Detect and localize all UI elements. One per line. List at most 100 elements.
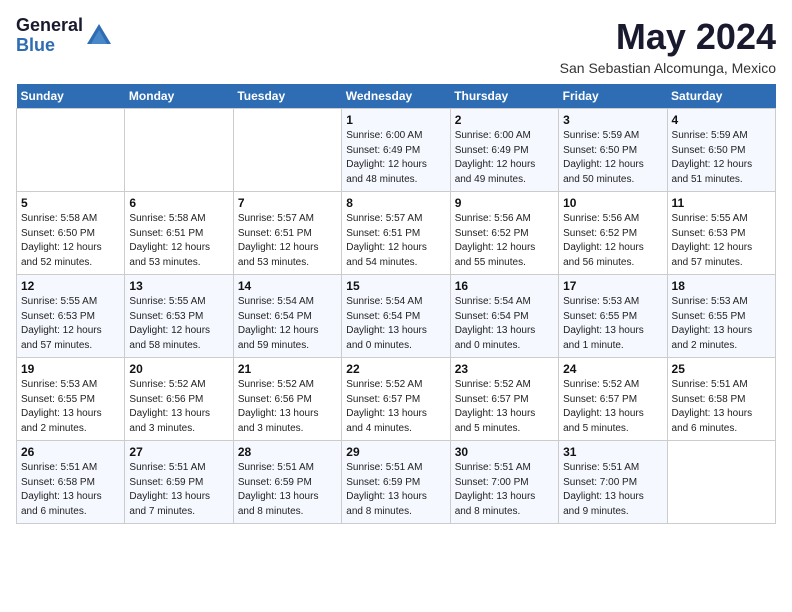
day-info: Sunrise: 5:51 AMSunset: 6:59 PMDaylight:… [129, 461, 228, 519]
day-info: Sunrise: 5:58 AMSunset: 6:50 PMDaylight:… [21, 212, 120, 270]
weekday-header: Wednesday [342, 84, 450, 109]
day-number: 22 [346, 362, 445, 376]
calendar-cell: 2 Sunrise: 6:00 AMSunset: 6:49 PMDaylight… [450, 109, 558, 192]
month-title: May 2024 [560, 16, 776, 58]
day-number: 24 [563, 362, 662, 376]
calendar-cell: 10 Sunrise: 5:56 AMSunset: 6:52 PMDayligh… [559, 192, 667, 275]
day-info: Sunrise: 5:59 AMSunset: 6:50 PMDaylight:… [672, 129, 771, 187]
day-info: Sunrise: 5:54 AMSunset: 6:54 PMDaylight:… [346, 295, 445, 353]
day-number: 28 [238, 445, 337, 459]
day-info: Sunrise: 5:58 AMSunset: 6:51 PMDaylight:… [129, 212, 228, 270]
calendar-cell: 17 Sunrise: 5:53 AMSunset: 6:55 PMDayligh… [559, 275, 667, 358]
calendar-cell: 13 Sunrise: 5:55 AMSunset: 6:53 PMDayligh… [125, 275, 233, 358]
calendar-cell: 14 Sunrise: 5:54 AMSunset: 6:54 PMDayligh… [233, 275, 341, 358]
day-number: 14 [238, 279, 337, 293]
calendar-table: SundayMondayTuesdayWednesdayThursdayFrid… [16, 84, 776, 524]
calendar-cell: 6 Sunrise: 5:58 AMSunset: 6:51 PMDaylight… [125, 192, 233, 275]
calendar-cell: 28Sunrise: 5:51 AMSunset: 6:59 PMDayligh… [233, 441, 341, 524]
day-info: Sunrise: 5:55 AMSunset: 6:53 PMDaylight:… [129, 295, 228, 353]
day-info: Sunrise: 5:53 AMSunset: 6:55 PMDaylight:… [563, 295, 662, 353]
logo-blue: Blue [16, 36, 83, 56]
calendar-week-row: 26 Sunrise: 5:51 AMSunset: 6:58 PMDayligh… [17, 441, 776, 524]
logo: General Blue [16, 16, 113, 56]
calendar-cell: 18 Sunrise: 5:53 AMSunset: 6:55 PMDayligh… [667, 275, 775, 358]
weekday-header: Monday [125, 84, 233, 109]
calendar-week-row: 5 Sunrise: 5:58 AMSunset: 6:50 PMDaylight… [17, 192, 776, 275]
day-number: 16 [455, 279, 554, 293]
day-number: 29 [346, 445, 445, 459]
calendar-cell: 26 Sunrise: 5:51 AMSunset: 6:58 PMDayligh… [17, 441, 125, 524]
day-info: Sunrise: 5:51 AMSunset: 7:00 PMDaylight:… [563, 461, 662, 519]
weekday-header: Saturday [667, 84, 775, 109]
day-info: Sunrise: 5:57 AMSunset: 6:51 PMDaylight:… [238, 212, 337, 270]
weekday-header: Friday [559, 84, 667, 109]
day-number: 5 [21, 196, 120, 210]
day-number: 12 [21, 279, 120, 293]
day-number: 10 [563, 196, 662, 210]
day-info: Sunrise: 5:59 AMSunset: 6:50 PMDaylight:… [563, 129, 662, 187]
calendar-week-row: 12 Sunrise: 5:55 AMSunset: 6:53 PMDayligh… [17, 275, 776, 358]
day-number: 7 [238, 196, 337, 210]
calendar-cell: 5 Sunrise: 5:58 AMSunset: 6:50 PMDaylight… [17, 192, 125, 275]
calendar-cell: 1 Sunrise: 6:00 AMSunset: 6:49 PMDaylight… [342, 109, 450, 192]
weekday-header: Thursday [450, 84, 558, 109]
day-number: 15 [346, 279, 445, 293]
day-number: 13 [129, 279, 228, 293]
logo-icon [85, 22, 113, 50]
day-info: Sunrise: 5:54 AMSunset: 6:54 PMDaylight:… [238, 295, 337, 353]
calendar-cell: 27 Sunrise: 5:51 AMSunset: 6:59 PMDayligh… [125, 441, 233, 524]
calendar-cell: 21 Sunrise: 5:52 AMSunset: 6:56 PMDayligh… [233, 358, 341, 441]
day-number: 20 [129, 362, 228, 376]
day-number: 21 [238, 362, 337, 376]
day-info: Sunrise: 5:51 AMSunset: 6:59 PMDaylight:… [346, 461, 445, 519]
day-number: 19 [21, 362, 120, 376]
day-info: Sunrise: 5:55 AMSunset: 6:53 PMDaylight:… [672, 212, 771, 270]
day-number: 18 [672, 279, 771, 293]
day-number: 25 [672, 362, 771, 376]
day-info: Sunrise: 5:56 AMSunset: 6:52 PMDaylight:… [455, 212, 554, 270]
day-info: Sunrise: 5:53 AMSunset: 6:55 PMDaylight:… [21, 378, 120, 436]
weekday-header: Sunday [17, 84, 125, 109]
day-number: 3 [563, 113, 662, 127]
day-number: 1 [346, 113, 445, 127]
day-number: 17 [563, 279, 662, 293]
calendar-cell: 25 Sunrise: 5:51 AMSunset: 6:58 PMDayligh… [667, 358, 775, 441]
logo-general: General [16, 16, 83, 36]
day-number: 31 [563, 445, 662, 459]
day-number: 6 [129, 196, 228, 210]
calendar-cell: 31 Sunrise: 5:51 AMSunset: 7:00 PMDayligh… [559, 441, 667, 524]
calendar-cell: 16Sunrise: 5:54 AMSunset: 6:54 PMDayligh… [450, 275, 558, 358]
day-info: Sunrise: 5:51 AMSunset: 6:58 PMDaylight:… [21, 461, 120, 519]
calendar-cell [233, 109, 341, 192]
calendar-cell: 11Sunrise: 5:55 AMSunset: 6:53 PMDayligh… [667, 192, 775, 275]
calendar-cell [125, 109, 233, 192]
day-info: Sunrise: 6:00 AMSunset: 6:49 PMDaylight:… [346, 129, 445, 187]
day-info: Sunrise: 5:52 AMSunset: 6:57 PMDaylight:… [346, 378, 445, 436]
calendar-cell: 30Sunrise: 5:51 AMSunset: 7:00 PMDayligh… [450, 441, 558, 524]
calendar-week-row: 1 Sunrise: 6:00 AMSunset: 6:49 PMDaylight… [17, 109, 776, 192]
day-info: Sunrise: 6:00 AMSunset: 6:49 PMDaylight:… [455, 129, 554, 187]
day-info: Sunrise: 5:57 AMSunset: 6:51 PMDaylight:… [346, 212, 445, 270]
day-number: 26 [21, 445, 120, 459]
calendar-cell: 24 Sunrise: 5:52 AMSunset: 6:57 PMDayligh… [559, 358, 667, 441]
day-info: Sunrise: 5:53 AMSunset: 6:55 PMDaylight:… [672, 295, 771, 353]
day-number: 2 [455, 113, 554, 127]
day-number: 8 [346, 196, 445, 210]
calendar-cell: 23Sunrise: 5:52 AMSunset: 6:57 PMDayligh… [450, 358, 558, 441]
day-info: Sunrise: 5:52 AMSunset: 6:56 PMDaylight:… [238, 378, 337, 436]
calendar-cell: 3 Sunrise: 5:59 AMSunset: 6:50 PMDaylight… [559, 109, 667, 192]
weekday-header: Tuesday [233, 84, 341, 109]
location: San Sebastian Alcomunga, Mexico [560, 60, 776, 76]
day-info: Sunrise: 5:52 AMSunset: 6:57 PMDaylight:… [563, 378, 662, 436]
calendar-cell: 7 Sunrise: 5:57 AMSunset: 6:51 PMDaylight… [233, 192, 341, 275]
calendar-cell: 9Sunrise: 5:56 AMSunset: 6:52 PMDaylight… [450, 192, 558, 275]
day-info: Sunrise: 5:55 AMSunset: 6:53 PMDaylight:… [21, 295, 120, 353]
day-info: Sunrise: 5:51 AMSunset: 6:58 PMDaylight:… [672, 378, 771, 436]
calendar-cell: 15 Sunrise: 5:54 AMSunset: 6:54 PMDayligh… [342, 275, 450, 358]
day-info: Sunrise: 5:52 AMSunset: 6:57 PMDaylight:… [455, 378, 554, 436]
day-number: 27 [129, 445, 228, 459]
weekday-header-row: SundayMondayTuesdayWednesdayThursdayFrid… [17, 84, 776, 109]
day-info: Sunrise: 5:56 AMSunset: 6:52 PMDaylight:… [563, 212, 662, 270]
calendar-cell: 22 Sunrise: 5:52 AMSunset: 6:57 PMDayligh… [342, 358, 450, 441]
day-number: 30 [455, 445, 554, 459]
